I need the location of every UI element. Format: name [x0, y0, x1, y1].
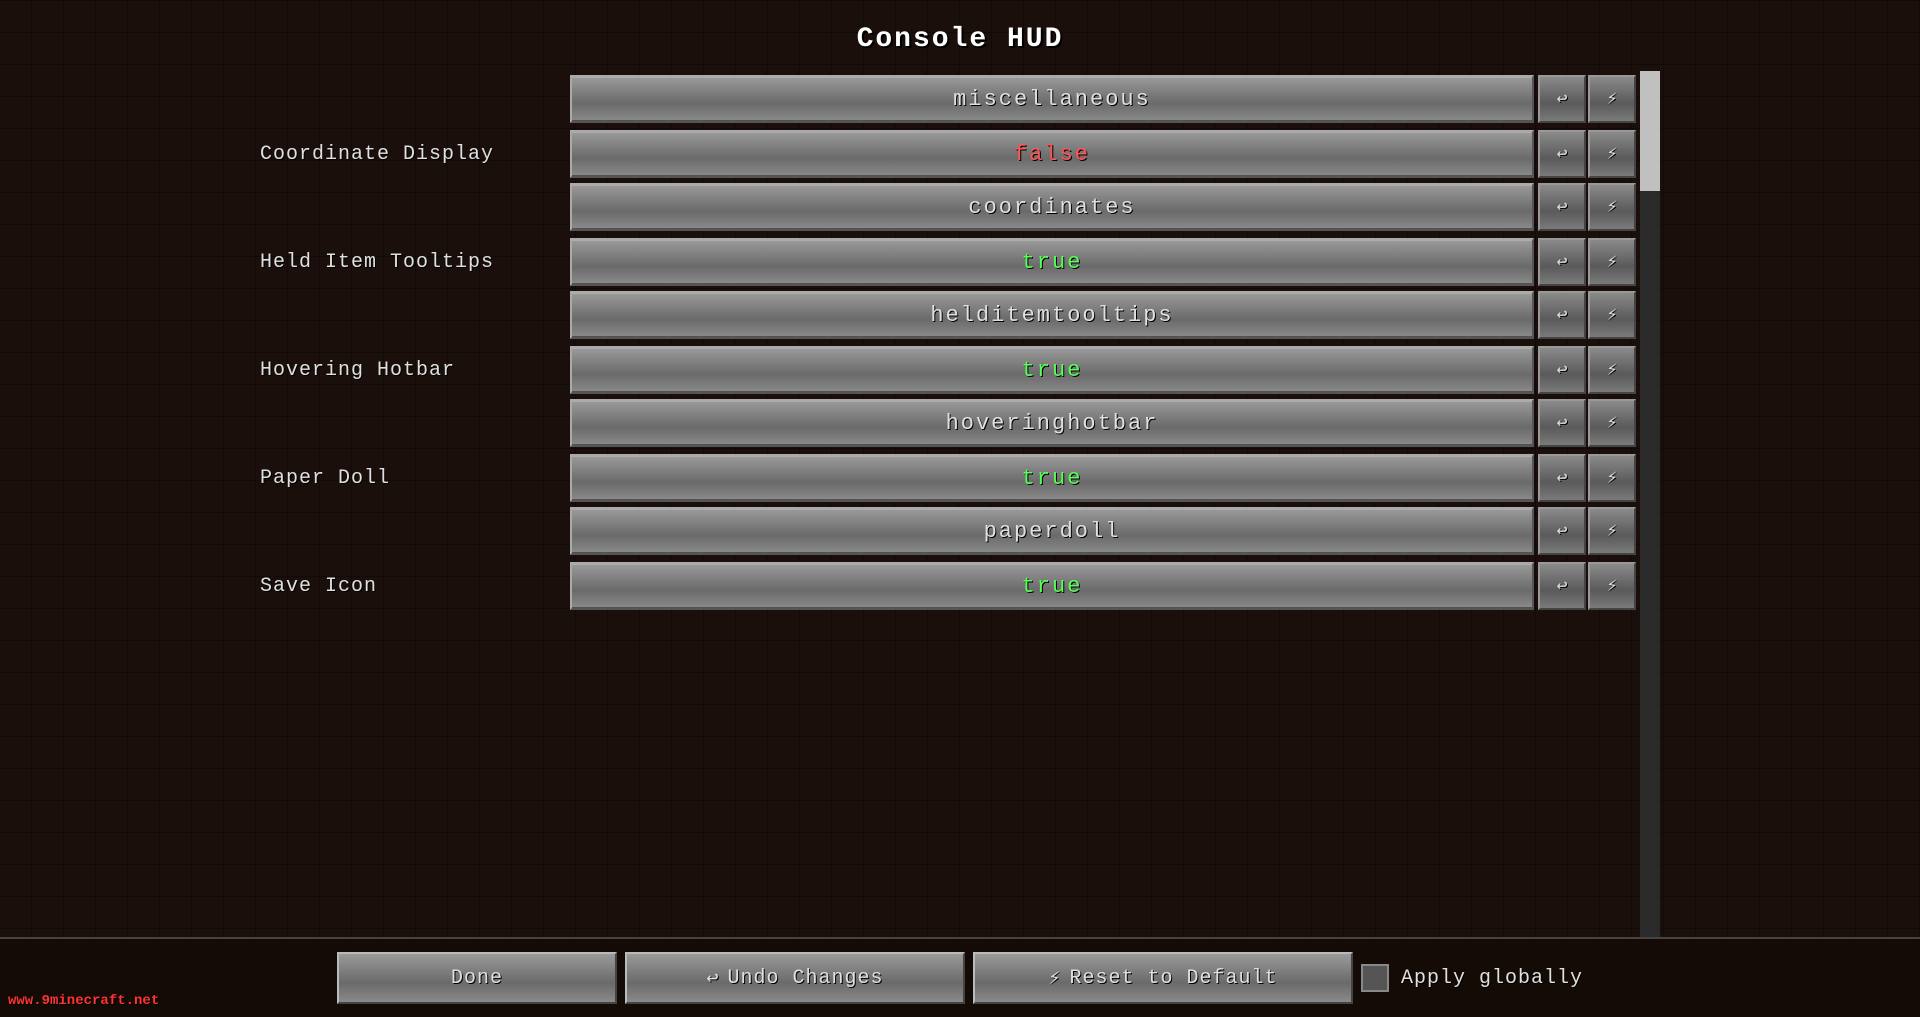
reset-icon-btn-key-3[interactable]: ⚡	[1588, 399, 1636, 447]
setting-label-1: Coordinate Display	[260, 143, 570, 166]
reset-label: Reset to Default	[1069, 967, 1277, 990]
apply-globally-row: Apply globally	[1361, 964, 1583, 992]
undo-icon-btn-key-1[interactable]: ↩	[1538, 183, 1586, 231]
undo-icon-btn-val-5[interactable]: ↩	[1538, 562, 1586, 610]
undo-icon-btn-val-1[interactable]: ↩	[1538, 130, 1586, 178]
setting-row-3: Hovering Hotbartrue ↩ ⚡	[260, 341, 1636, 399]
undo-icon-btn-key-4[interactable]: ↩	[1538, 507, 1586, 555]
undo-icon-btn-key-3[interactable]: ↩	[1538, 399, 1586, 447]
reset-icon-btn-key-4[interactable]: ⚡	[1588, 507, 1636, 555]
undo-icon-btn-key-2[interactable]: ↩	[1538, 291, 1586, 339]
done-button[interactable]: Done	[337, 952, 617, 1004]
reset-icon-btn-val-4[interactable]: ⚡	[1588, 454, 1636, 502]
reset-icon: ⚡	[1048, 965, 1061, 991]
undo-label: Undo Changes	[727, 967, 883, 990]
apply-globally-checkbox[interactable]	[1361, 964, 1389, 992]
reset-icon-btn-val-5[interactable]: ⚡	[1588, 562, 1636, 610]
undo-icon-btn-val-4[interactable]: ↩	[1538, 454, 1586, 502]
undo-icon-btn-val-2[interactable]: ↩	[1538, 238, 1586, 286]
setting-row-5: Save Icontrue ↩ ⚡	[260, 557, 1636, 615]
setting-value-4[interactable]: true	[570, 454, 1534, 502]
setting-label-3: Hovering Hotbar	[260, 359, 570, 382]
setting-key-3[interactable]: hoveringhotbar	[570, 399, 1534, 447]
setting-key-4[interactable]: paperdoll	[570, 507, 1534, 555]
setting-value-5[interactable]: true	[570, 562, 1534, 610]
reset-icon-btn-val-1[interactable]: ⚡	[1588, 130, 1636, 178]
setting-value-2[interactable]: true	[570, 238, 1534, 286]
setting-label-5: Save Icon	[260, 575, 570, 598]
reset-icon-btn-key-2[interactable]: ⚡	[1588, 291, 1636, 339]
apply-globally-label: Apply globally	[1401, 967, 1583, 990]
setting-value-1[interactable]: false	[570, 130, 1534, 178]
setting-label-4: Paper Doll	[260, 467, 570, 490]
section-header-0[interactable]: miscellaneous	[570, 75, 1534, 123]
watermark: www.9minecraft.net	[8, 993, 159, 1009]
undo-icon: ↩	[706, 965, 719, 991]
undo-button[interactable]: ↩ Undo Changes	[625, 952, 965, 1004]
scrollbar-thumb[interactable]	[1640, 71, 1660, 191]
reset-button[interactable]: ⚡ Reset to Default	[973, 952, 1353, 1004]
setting-label-2: Held Item Tooltips	[260, 251, 570, 274]
bottom-bar: Done ↩ Undo Changes ⚡ Reset to Default A…	[0, 937, 1920, 1017]
undo-icon-btn-val-3[interactable]: ↩	[1538, 346, 1586, 394]
setting-row-4: Paper Dolltrue ↩ ⚡	[260, 449, 1636, 507]
setting-row-1: Coordinate Displayfalse ↩ ⚡	[260, 125, 1636, 183]
scrollbar[interactable]	[1640, 71, 1660, 937]
setting-key-2[interactable]: helditemtooltips	[570, 291, 1534, 339]
setting-key-1[interactable]: coordinates	[570, 183, 1534, 231]
undo-icon-btn-0[interactable]: ↩	[1538, 75, 1586, 123]
page-title: Console HUD	[0, 0, 1920, 71]
reset-icon-btn-key-1[interactable]: ⚡	[1588, 183, 1636, 231]
reset-icon-btn-0[interactable]: ⚡	[1588, 75, 1636, 123]
setting-row-2: Held Item Tooltipstrue ↩ ⚡	[260, 233, 1636, 291]
setting-value-3[interactable]: true	[570, 346, 1534, 394]
reset-icon-btn-val-3[interactable]: ⚡	[1588, 346, 1636, 394]
reset-icon-btn-val-2[interactable]: ⚡	[1588, 238, 1636, 286]
